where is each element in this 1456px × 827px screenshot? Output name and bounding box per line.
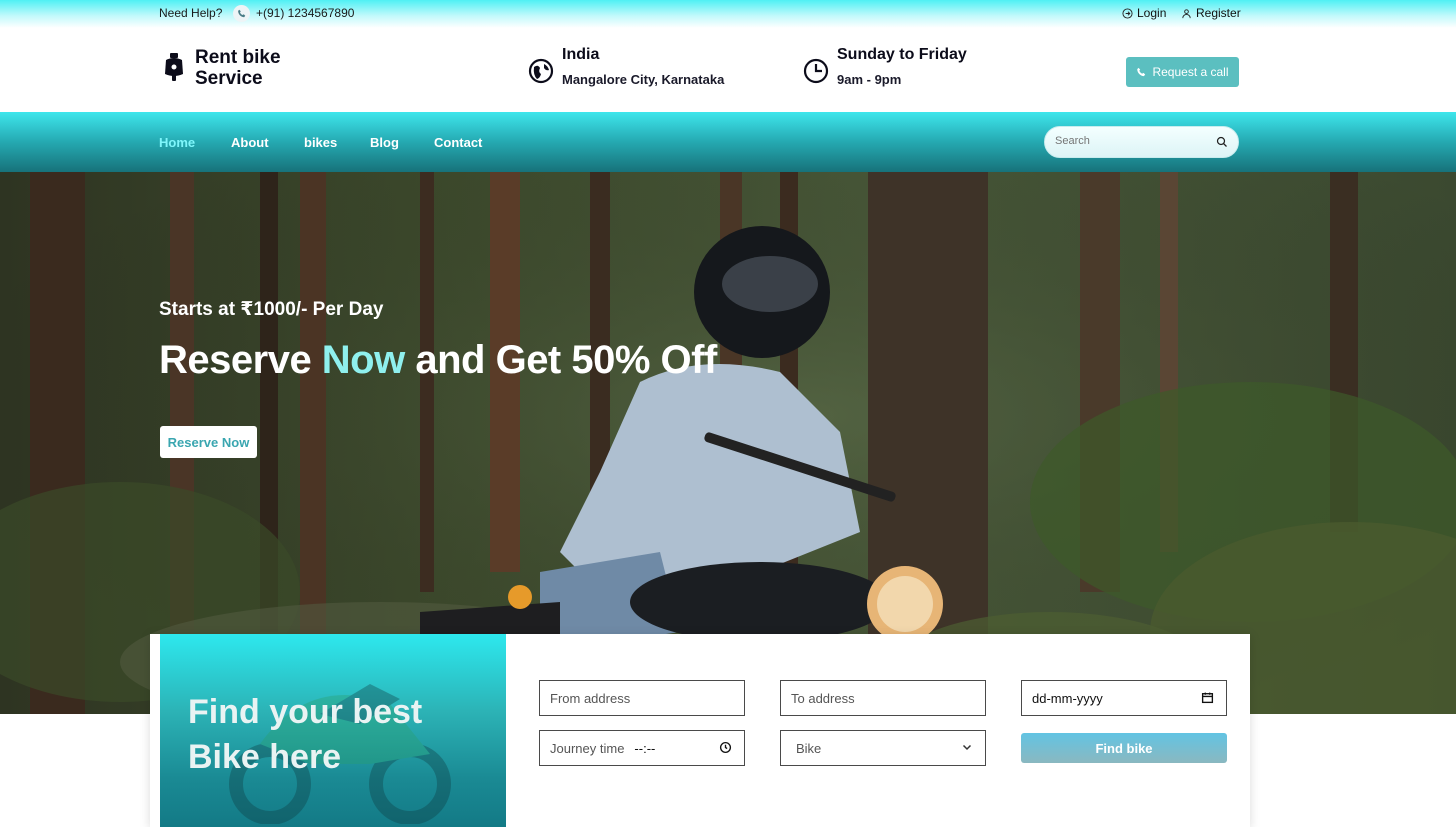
to-address-placeholder: To address: [791, 690, 855, 706]
nav-bikes[interactable]: bikes: [304, 135, 337, 150]
date-field[interactable]: dd-mm-yyyy: [1021, 680, 1227, 716]
phone-icon: [1137, 67, 1146, 77]
calendar-icon[interactable]: [1201, 691, 1214, 707]
nav-home[interactable]: Home: [159, 135, 195, 150]
register-label: Register: [1196, 6, 1241, 20]
login-label: Login: [1137, 6, 1167, 20]
chevron-down-icon: [961, 741, 973, 756]
search-icon[interactable]: [1216, 135, 1228, 153]
search-input[interactable]: [1055, 135, 1205, 147]
hero-banner: Starts at ₹1000/- Per Day Reserve Now an…: [0, 172, 1456, 714]
hours-subtitle: 9am - 9pm: [837, 72, 902, 87]
request-call-label: Request a call: [1152, 65, 1229, 79]
hours-title: Sunday to Friday: [837, 46, 967, 63]
login-link[interactable]: Login: [1122, 6, 1166, 20]
clock-icon: [803, 58, 829, 89]
to-address-field[interactable]: To address: [780, 680, 986, 716]
date-placeholder: dd-mm-yyyy: [1032, 690, 1103, 706]
journey-time-value: --:--: [634, 740, 656, 756]
user-icon: [1182, 8, 1191, 18]
search-box[interactable]: [1044, 126, 1239, 158]
hero-title-pre: Reserve: [159, 338, 322, 382]
journey-time-field[interactable]: Journey time --:--: [539, 730, 745, 766]
location-title: India: [562, 46, 600, 63]
nav-contact[interactable]: Contact: [434, 135, 482, 150]
location-subtitle: Mangalore City, Karnataka: [562, 72, 725, 87]
from-address-field[interactable]: From address: [539, 680, 745, 716]
clock-icon[interactable]: [719, 741, 732, 757]
brand-name[interactable]: Rent bike Service: [195, 47, 305, 89]
need-help-text: Need Help?: [159, 6, 223, 20]
bike-select-value: Bike: [796, 740, 822, 756]
promo-text: Find your best Bike here: [188, 693, 423, 776]
nav-about[interactable]: About: [231, 135, 269, 150]
find-bike-button[interactable]: Find bike: [1021, 733, 1227, 763]
login-icon: [1122, 7, 1133, 19]
promo-card: Find your best Bike here: [160, 634, 506, 827]
phone-number[interactable]: +(91) 1234567890: [256, 6, 354, 20]
from-address-placeholder: From address: [550, 690, 631, 706]
hero-title: Reserve Now and Get 50% Off: [159, 338, 717, 383]
scooter-logo-icon: [163, 52, 185, 87]
reserve-now-button[interactable]: Reserve Now: [160, 426, 257, 458]
bike-select[interactable]: Bike: [780, 730, 986, 766]
hero-title-post: and Get 50% Off: [404, 338, 717, 382]
phone-icon: [233, 5, 250, 22]
register-link[interactable]: Register: [1181, 6, 1241, 20]
hero-subtitle: Starts at ₹1000/- Per Day: [159, 299, 384, 320]
globe-icon: [528, 58, 554, 89]
nav-blog[interactable]: Blog: [370, 135, 399, 150]
request-call-button[interactable]: Request a call: [1126, 57, 1239, 87]
hero-title-highlight: Now: [321, 338, 405, 382]
site-header: Rent bike Service India Mangalore City, …: [0, 28, 1456, 112]
top-bar: Need Help? +(91) 1234567890 Login Regist…: [0, 0, 1456, 28]
journey-time-label: Journey time: [550, 740, 625, 756]
